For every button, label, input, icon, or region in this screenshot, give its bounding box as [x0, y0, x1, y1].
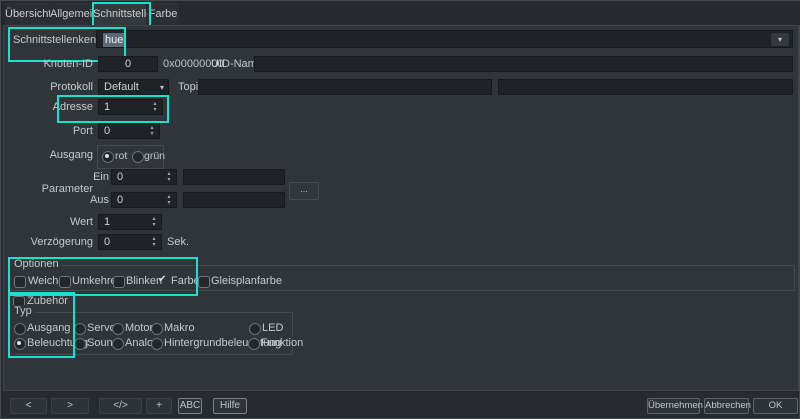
- radio-makro[interactable]: [151, 323, 163, 335]
- spin-down-icon[interactable]: ▾: [150, 131, 153, 137]
- port-spinbox[interactable]: 0 ▴▾: [98, 123, 160, 139]
- param-off-value: 0: [117, 194, 123, 206]
- radio-makro-label: Makro: [164, 322, 195, 334]
- node-id-label: Knoten-ID: [1, 58, 93, 70]
- protocol-label: Protokoll: [1, 81, 93, 93]
- cancel-button[interactable]: Abbrechen: [704, 398, 749, 414]
- check-icon: ✔: [158, 274, 166, 285]
- tab-farbe[interactable]: Farbe: [147, 3, 179, 25]
- checkbox-farbe[interactable]: ✔: [158, 276, 170, 288]
- radio-sound[interactable]: [74, 338, 86, 350]
- spinner-arrows[interactable]: ▴▾: [164, 194, 174, 206]
- radio-servo[interactable]: [74, 323, 86, 335]
- address-label: Adresse: [1, 101, 93, 113]
- spinner-arrows[interactable]: ▴▾: [147, 125, 157, 137]
- next-button[interactable]: >: [51, 398, 89, 414]
- protocol-select[interactable]: Default ▾: [98, 79, 169, 95]
- spinner-arrows[interactable]: ▴▾: [149, 216, 159, 228]
- address-value: 1: [104, 101, 110, 113]
- radio-rot[interactable]: [102, 151, 114, 163]
- delay-value: 0: [104, 236, 110, 248]
- spinner-arrows[interactable]: ▴▾: [149, 236, 159, 248]
- radio-ausgang-label: Ausgang: [27, 322, 70, 334]
- radio-beleuchtung[interactable]: [14, 338, 26, 350]
- spin-down-icon[interactable]: ▾: [152, 222, 155, 228]
- delay-spinbox[interactable]: 0 ▴▾: [98, 234, 162, 250]
- checkbox-gleisplanfarbe-label: Gleisplanfarbe: [211, 275, 282, 287]
- topic-input-2[interactable]: [498, 79, 793, 95]
- apply-button[interactable]: Übernehmen: [647, 398, 700, 414]
- value-spinbox[interactable]: 1 ▴▾: [98, 214, 162, 230]
- radio-analog[interactable]: [112, 338, 124, 350]
- spinner-arrows[interactable]: ▴▾: [150, 101, 160, 113]
- checkbox-gleisplanfarbe[interactable]: [198, 276, 210, 288]
- radio-motor-label: Motor: [125, 322, 153, 334]
- tab-allgemein[interactable]: Allgemein: [50, 3, 92, 25]
- ok-button[interactable]: OK: [753, 398, 798, 414]
- param-off-label: Aus: [1, 194, 109, 206]
- spinner-arrows[interactable]: ▴▾: [164, 171, 174, 183]
- node-id-input[interactable]: 0: [98, 56, 158, 72]
- checkbox-weiche[interactable]: [14, 276, 26, 288]
- spin-down-icon[interactable]: ▾: [152, 242, 155, 248]
- radio-gruen[interactable]: [132, 151, 144, 163]
- prev-button[interactable]: <: [10, 398, 47, 414]
- radio-motor[interactable]: [112, 323, 124, 335]
- radio-ausgang[interactable]: [14, 323, 26, 335]
- options-group-label: Optionen: [11, 258, 62, 270]
- abc-button[interactable]: ABC: [178, 398, 202, 414]
- param-more-button[interactable]: ...: [289, 182, 319, 200]
- spin-down-icon[interactable]: ▾: [153, 107, 156, 113]
- spin-down-icon[interactable]: ▾: [167, 177, 170, 183]
- param-off-spinbox[interactable]: 0 ▴▾: [111, 192, 177, 208]
- tab-schnittstelle[interactable]: Schnittstelle: [93, 3, 146, 25]
- address-spinbox[interactable]: 1 ▴▾: [98, 99, 163, 115]
- topic-input-1[interactable]: [198, 79, 492, 95]
- interface-id-combobox[interactable]: hue ▾: [96, 30, 793, 48]
- param-on-value: 0: [117, 171, 123, 183]
- param-on-label: Ein: [1, 171, 109, 183]
- spin-down-icon[interactable]: ▾: [167, 200, 170, 206]
- checkbox-umkehren[interactable]: [59, 276, 71, 288]
- xml-button[interactable]: </>: [99, 398, 142, 414]
- interface-id-selected-value: hue: [103, 33, 125, 47]
- delay-label: Verzögerung: [1, 236, 93, 248]
- tab-uebersicht[interactable]: Übersicht: [5, 3, 49, 25]
- param-off-text-input[interactable]: [183, 192, 285, 208]
- radio-funktion[interactable]: [248, 338, 260, 350]
- value-label: Wert: [1, 216, 93, 228]
- chevron-down-icon: ▾: [160, 83, 164, 93]
- port-value: 0: [104, 125, 110, 137]
- checkbox-blinken-label: Blinken: [126, 275, 162, 287]
- chevron-down-icon[interactable]: ▾: [771, 33, 789, 46]
- output-label: Ausgang: [1, 149, 93, 161]
- interface-settings-dialog: { "tabs": [ {"label": "Übersicht", "acti…: [0, 0, 800, 419]
- checkbox-blinken[interactable]: [113, 276, 125, 288]
- port-label: Port: [1, 125, 93, 137]
- radio-gruen-label: grün: [144, 150, 165, 162]
- radio-led[interactable]: [249, 323, 261, 335]
- help-button[interactable]: Hilfe: [213, 398, 247, 414]
- value-value: 1: [104, 216, 110, 228]
- param-on-text-input[interactable]: [183, 169, 285, 185]
- tab-bar: Übersicht Allgemein Schnittstelle Farbe: [1, 1, 800, 25]
- type-group-label: Typ: [11, 305, 35, 317]
- add-button[interactable]: +: [146, 398, 172, 414]
- param-on-spinbox[interactable]: 0 ▴▾: [111, 169, 177, 185]
- radio-rot-label: rot: [115, 150, 127, 162]
- delay-unit-label: Sek.: [167, 236, 189, 248]
- checkbox-farbe-label: Farbe: [171, 275, 200, 287]
- radio-funktion-label: Funktion: [261, 337, 303, 349]
- radio-hintergrundbeleuchtung[interactable]: [151, 338, 163, 350]
- protocol-selected-value: Default: [104, 81, 139, 93]
- uid-name-input[interactable]: [254, 56, 793, 72]
- radio-led-label: LED: [262, 322, 283, 334]
